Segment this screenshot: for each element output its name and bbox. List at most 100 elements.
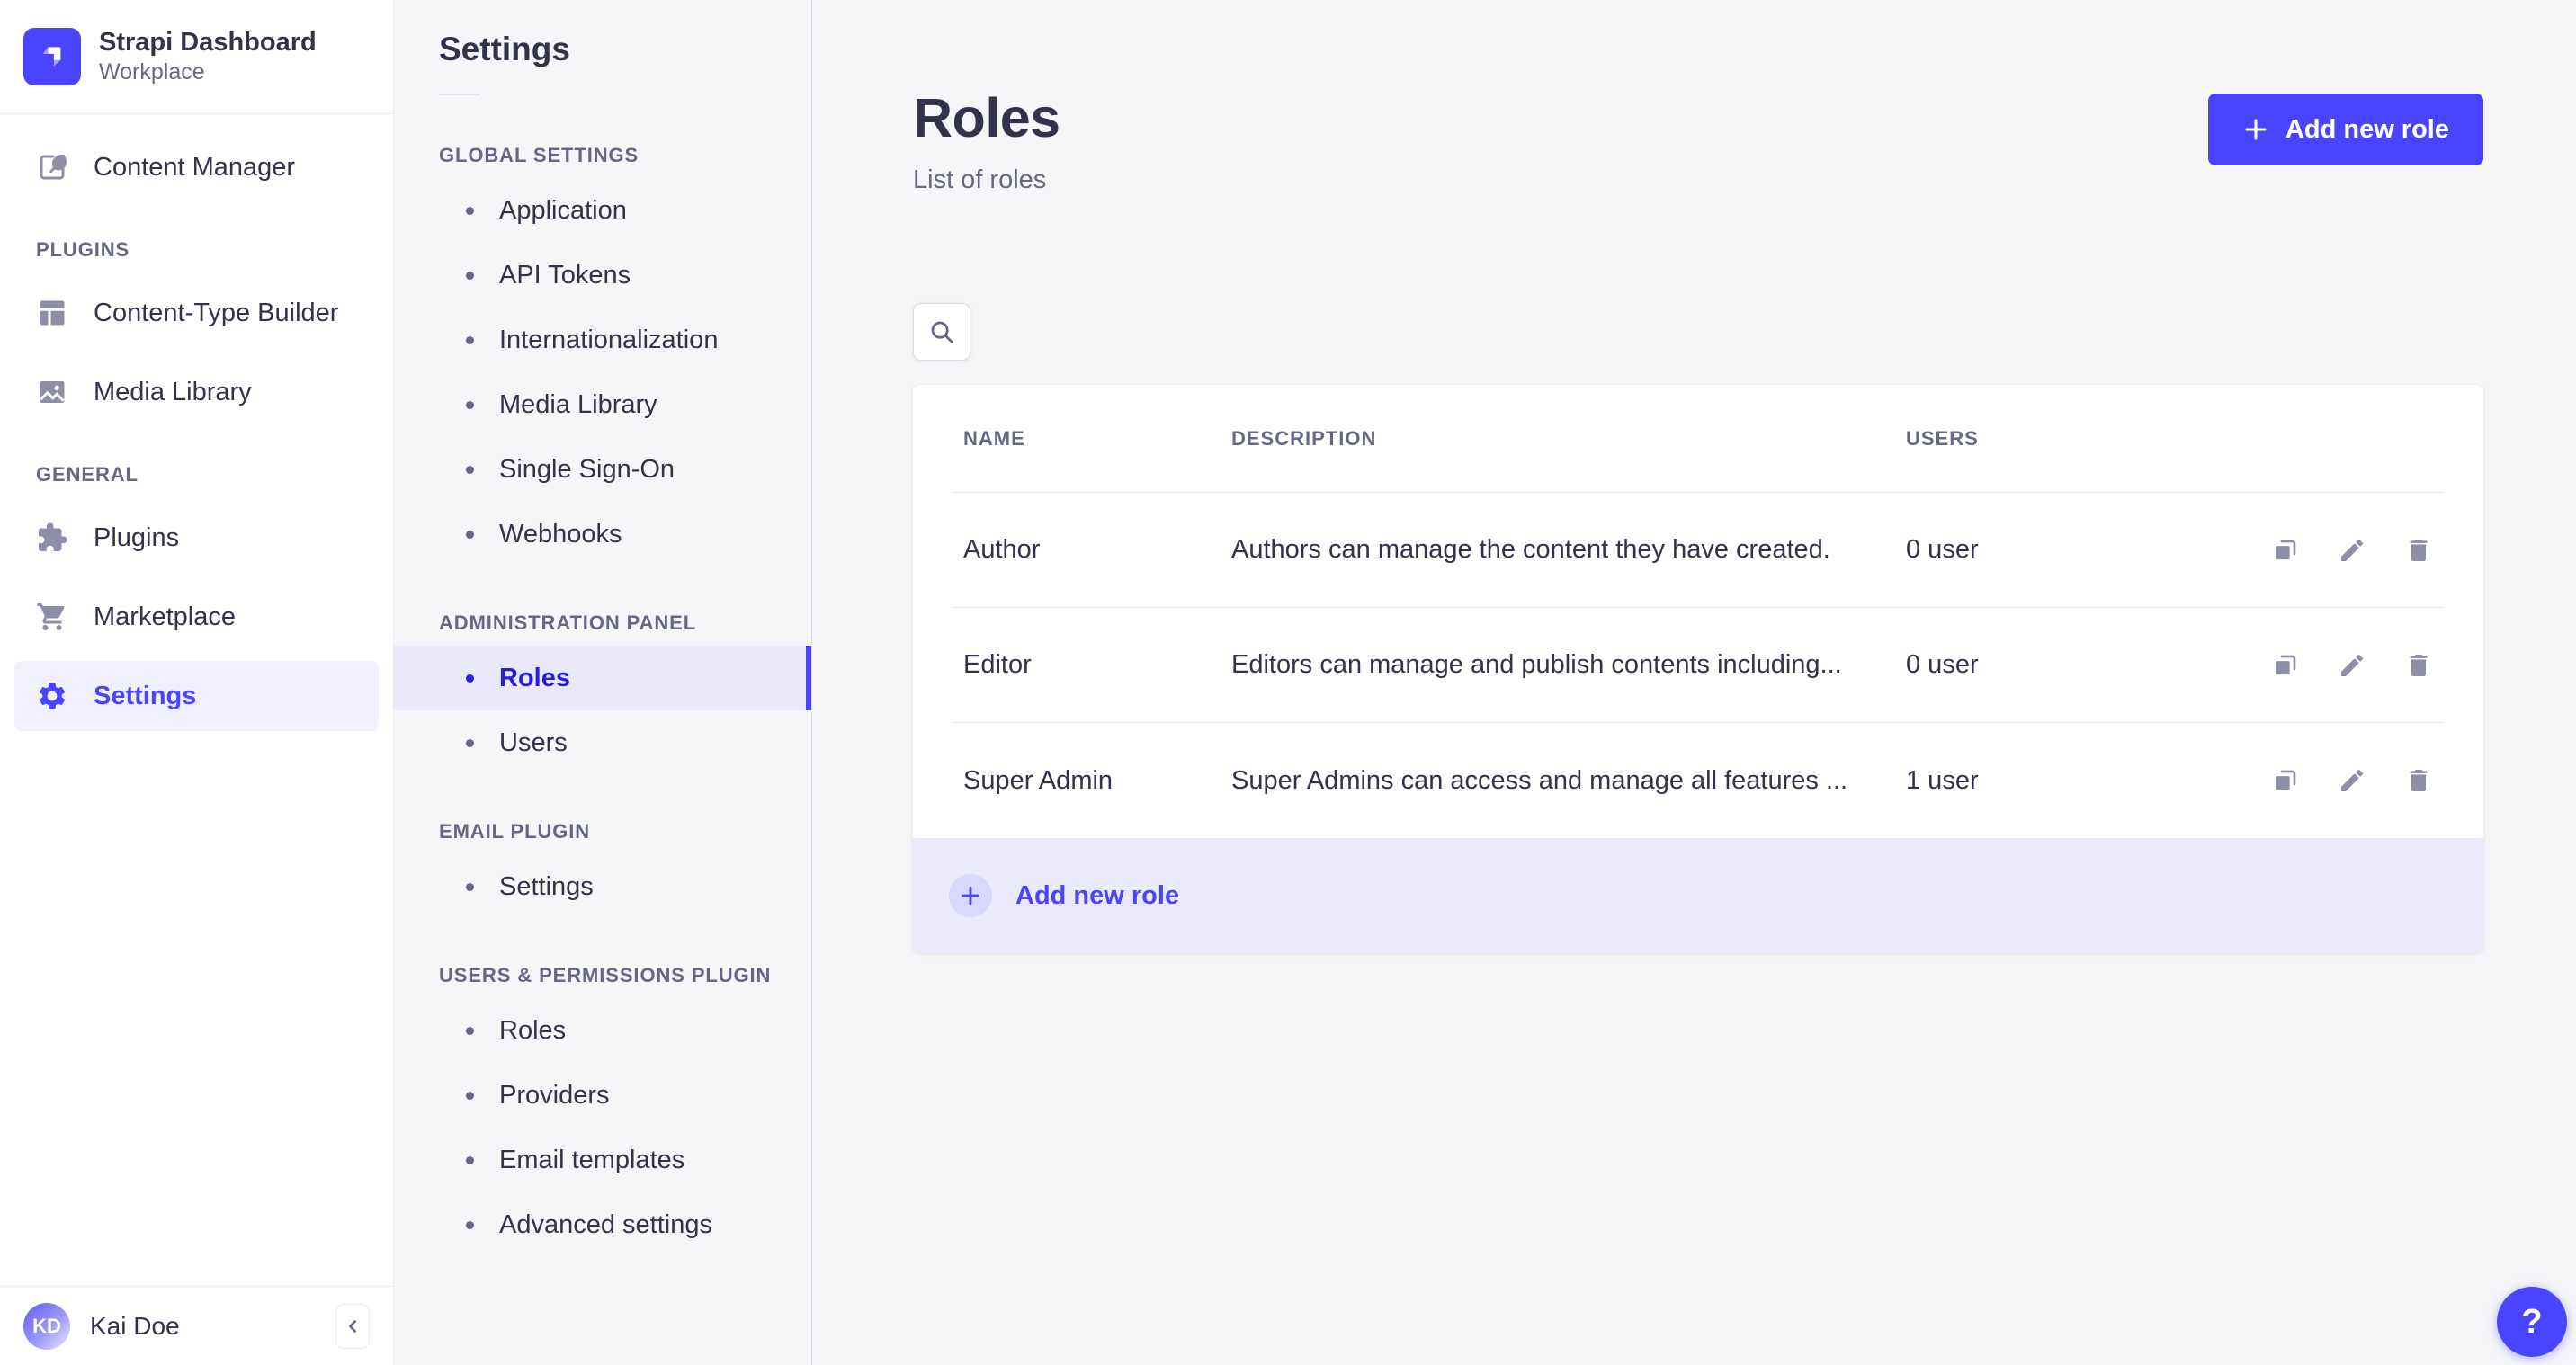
subnav-item-label: Roles [499, 663, 570, 692]
subnav-item-email-settings[interactable]: Settings [394, 854, 811, 919]
column-header-name: NAME [963, 426, 1025, 450]
role-description: Editors can manage and publish contents … [1231, 650, 1842, 679]
edit-role-button[interactable] [2338, 766, 2366, 795]
table-body: Author Authors can manage the content th… [913, 493, 2483, 838]
sidebar-item-content-manager[interactable]: Content Manager [14, 132, 379, 202]
subnav-item-providers[interactable]: Providers [394, 1063, 811, 1128]
subnav-item-internationalization[interactable]: Internationalization [394, 308, 811, 372]
duplicate-icon [2271, 651, 2300, 680]
roles-page: Roles List of roles Add new role NAME DE… [812, 0, 2576, 1365]
subnav-item-label: Roles [499, 1015, 567, 1045]
subnav-item-media-library[interactable]: Media Library [394, 372, 811, 437]
row-actions [2271, 766, 2433, 795]
table-footer-add-role[interactable]: Add new role [913, 838, 2483, 953]
avatar: KD [23, 1302, 70, 1350]
media-library-icon [36, 376, 68, 408]
role-users-count: 0 user [1906, 535, 1979, 564]
subnav-title: Settings [439, 31, 570, 67]
delete-role-button[interactable] [2404, 651, 2433, 680]
subnav-item-label: API Tokens [499, 260, 631, 290]
edit-role-button[interactable] [2338, 536, 2366, 565]
table-row[interactable]: Editor Editors can manage and publish co… [953, 608, 2444, 723]
sidebar-item-label: Media Library [94, 377, 252, 406]
sidebar-item-content-type-builder[interactable]: Content-Type Builder [14, 278, 379, 348]
subnav-item-email-templates[interactable]: Email templates [394, 1128, 811, 1192]
subnav-item-roles[interactable]: Roles [394, 646, 811, 710]
edit-icon [2338, 536, 2366, 565]
bullet-icon [466, 882, 474, 891]
page-title: Roles [913, 87, 1060, 148]
subnav-item-webhooks[interactable]: Webhooks [394, 502, 811, 567]
plus-circle-icon [949, 874, 992, 917]
main-sidebar: Strapi Dashboard Workplace Content Manag… [0, 0, 394, 1365]
role-description: Super Admins can access and manage all f… [1231, 765, 1848, 795]
sidebar-nav: Content Manager PLUGINS Content-Type Bui… [0, 114, 393, 1286]
bullet-icon [466, 465, 474, 474]
subnav-item-api-tokens[interactable]: API Tokens [394, 243, 811, 308]
delete-icon [2404, 536, 2433, 565]
duplicate-role-button[interactable] [2271, 651, 2300, 680]
add-new-role-label: Add new role [2285, 114, 2449, 144]
subnav-item-label: Webhooks [499, 519, 622, 549]
user-name: Kai Doe [90, 1311, 180, 1340]
subnav-item-up-roles[interactable]: Roles [394, 998, 811, 1063]
settings-icon [36, 680, 68, 712]
table-row[interactable]: Author Authors can manage the content th… [953, 493, 2444, 608]
collapse-sidebar-button[interactable] [335, 1303, 370, 1349]
sidebar-item-label: Plugins [94, 522, 180, 552]
subnav-item-label: Advanced settings [499, 1209, 712, 1239]
duplicate-icon [2271, 536, 2300, 565]
roles-table-card: NAME DESCRIPTION USERS Author Authors ca… [913, 385, 2483, 953]
role-name: Super Admin [963, 765, 1114, 795]
settings-subnav: Settings GLOBAL SETTINGS Application API… [394, 0, 812, 1365]
plugins-icon [36, 522, 68, 554]
subnav-item-users[interactable]: Users [394, 710, 811, 775]
edit-role-button[interactable] [2338, 651, 2366, 680]
subnav-item-label: Users [499, 727, 568, 757]
subnav-group-users-permissions-plugin: USERS & PERMISSIONS PLUGIN [439, 964, 772, 986]
bullet-icon [466, 1220, 474, 1229]
workspace-name: Workplace [99, 59, 205, 85]
bullet-icon [466, 674, 474, 682]
duplicate-role-button[interactable] [2271, 766, 2300, 795]
sidebar-item-label: Content Manager [94, 152, 296, 182]
content-manager-icon [36, 151, 68, 183]
bullet-icon [466, 738, 474, 747]
subnav-item-label: Application [499, 195, 627, 225]
brand-text: Strapi Dashboard Workplace [99, 28, 317, 85]
delete-icon [2404, 766, 2433, 795]
subnav-item-single-sign-on[interactable]: Single Sign-On [394, 437, 811, 502]
edit-icon [2338, 651, 2366, 680]
search-button[interactable] [913, 303, 970, 361]
delete-role-button[interactable] [2404, 536, 2433, 565]
subnav-group-email-plugin: EMAIL PLUGIN [439, 820, 591, 843]
subnav-item-label: Internationalization [499, 325, 719, 354]
help-button[interactable]: ? [2497, 1287, 2567, 1357]
page-header: Roles List of roles Add new role [913, 86, 2483, 195]
add-new-role-button[interactable]: Add new role [2207, 94, 2483, 165]
bullet-icon [466, 1091, 474, 1100]
sidebar-item-settings[interactable]: Settings [14, 661, 379, 731]
page-subtitle: List of roles [913, 165, 1047, 194]
column-header-users: USERS [1906, 426, 1979, 450]
footer-add-role-label: Add new role [1015, 880, 1180, 910]
subnav-item-label: Single Sign-On [499, 454, 675, 484]
duplicate-role-button[interactable] [2271, 536, 2300, 565]
sidebar-item-plugins[interactable]: Plugins [14, 503, 379, 573]
sidebar-footer: KD Kai Doe [0, 1286, 393, 1365]
bullet-icon [466, 206, 474, 215]
subnav-divider [439, 94, 480, 95]
table-row[interactable]: Super Admin Super Admins can access and … [953, 723, 2444, 838]
sidebar-item-label: Content-Type Builder [94, 298, 339, 327]
sidebar-item-media-library[interactable]: Media Library [14, 357, 379, 427]
subnav-item-application[interactable]: Application [394, 178, 811, 243]
subnav-item-advanced-settings[interactable]: Advanced settings [394, 1192, 811, 1257]
bullet-icon [466, 400, 474, 409]
sidebar-item-label: Marketplace [94, 602, 236, 631]
delete-role-button[interactable] [2404, 766, 2433, 795]
subnav-item-label: Settings [499, 871, 594, 901]
sidebar-item-marketplace[interactable]: Marketplace [14, 582, 379, 652]
bullet-icon [466, 1155, 474, 1164]
table-header-row: NAME DESCRIPTION USERS [953, 385, 2444, 493]
content-type-builder-icon [36, 297, 68, 329]
